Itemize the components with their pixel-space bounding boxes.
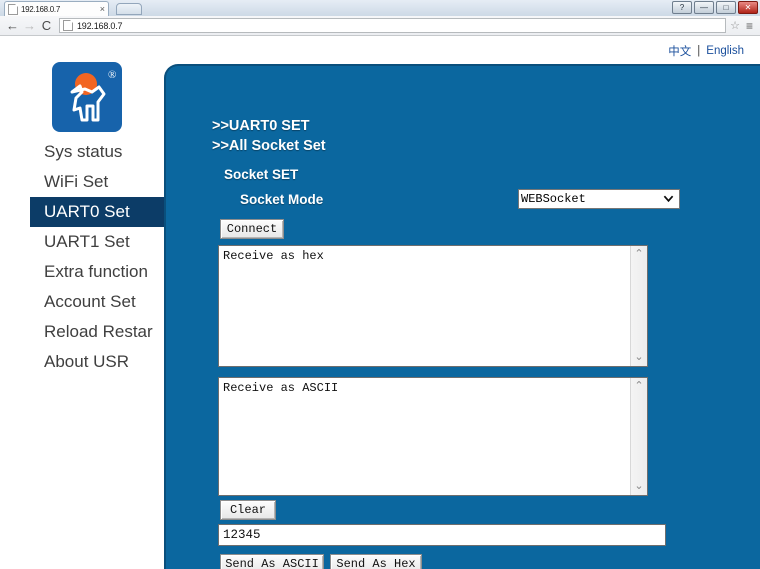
sidebar-item-label: UART0 Set <box>44 202 130 221</box>
receive-ascii-scrollbar[interactable]: ⌃ ⌄ <box>630 378 647 495</box>
breadcrumb-all-socket: >>All Socket Set <box>212 138 326 154</box>
sidebar-item-label: UART1 Set <box>44 232 130 251</box>
scroll-up-icon[interactable]: ⌃ <box>634 381 643 392</box>
socket-mode-label: Socket Mode <box>240 192 324 207</box>
maximize-button[interactable]: □ <box>716 1 736 14</box>
sidebar-item-account-set[interactable]: Account Set <box>0 287 164 317</box>
web-page: 中文 | English ® Sys status WiFi Set UART0… <box>0 37 760 569</box>
connect-button[interactable]: Connect <box>220 219 284 239</box>
sidebar-item-sys-status[interactable]: Sys status <box>0 137 164 167</box>
socket-mode-select[interactable]: WEBSocket <box>518 189 680 209</box>
breadcrumb-uart0: >>UART0 SET <box>212 118 310 134</box>
language-separator: | <box>697 45 701 57</box>
scroll-up-icon[interactable]: ⌃ <box>634 249 643 260</box>
clear-button[interactable]: Clear <box>220 500 276 520</box>
urlbar-icons: ☆ ≡ <box>730 19 756 33</box>
language-switcher: 中文 | English <box>668 43 744 59</box>
sidebar-item-label: WiFi Set <box>44 172 109 191</box>
menu-icon[interactable]: ≡ <box>746 19 753 33</box>
page-icon <box>63 20 73 31</box>
sidebar-item-label: Sys status <box>44 142 123 161</box>
window-close-button[interactable]: ✕ <box>738 1 758 14</box>
sidebar-item-label: Account Set <box>44 292 136 311</box>
url-text: 192.168.0.7 <box>77 20 123 31</box>
language-chinese[interactable]: 中文 <box>668 43 691 59</box>
main-panel: >>UART0 SET >>All Socket Set Socket SET … <box>164 64 760 569</box>
section-title-socket-set: Socket SET <box>224 167 299 182</box>
bookmark-star-icon[interactable]: ☆ <box>730 19 740 32</box>
receive-hex-scrollbar[interactable]: ⌃ ⌄ <box>630 246 647 366</box>
close-icon[interactable]: × <box>100 4 105 14</box>
sidebar-item-label: Reload Restar <box>44 322 153 341</box>
sidebar-item-extra-function[interactable]: Extra function <box>0 257 164 287</box>
send-data-input[interactable]: 12345 <box>218 524 666 546</box>
sidebar-item-label: Extra function <box>44 262 148 281</box>
socket-mode-select-wrap: WEBSocket <box>518 189 680 209</box>
browser-titlebar: 192.168.0.7 × ? — □ ✕ <box>0 0 760 16</box>
svg-text:®: ® <box>108 69 116 81</box>
tab-title: 192.168.0.7 <box>21 4 60 14</box>
window-controls: ? — □ ✕ <box>672 1 758 14</box>
scroll-down-icon[interactable]: ⌄ <box>634 481 643 492</box>
page-icon <box>8 3 18 15</box>
sidebar-item-uart0-set[interactable]: UART0 Set <box>30 197 164 227</box>
minimize-button[interactable]: — <box>694 1 714 14</box>
forward-icon[interactable]: → <box>21 17 38 34</box>
sidebar-item-about-usr[interactable]: About USR <box>0 347 164 377</box>
sidebar-item-uart1-set[interactable]: UART1 Set <box>0 227 164 257</box>
help-button[interactable]: ? <box>672 1 692 14</box>
receive-hex-text: Receive as hex <box>223 249 324 263</box>
receive-ascii-textarea[interactable]: Receive as ASCII ⌃ ⌄ <box>218 377 648 496</box>
receive-hex-textarea[interactable]: Receive as hex ⌃ ⌄ <box>218 245 648 367</box>
send-as-hex-button[interactable]: Send As Hex <box>330 554 422 569</box>
send-as-ascii-button[interactable]: Send As ASCII <box>220 554 324 569</box>
sidebar-item-wifi-set[interactable]: WiFi Set <box>0 167 164 197</box>
reload-icon[interactable]: C <box>38 17 55 34</box>
back-icon[interactable]: ← <box>4 17 21 34</box>
tab-strip <box>0 0 760 16</box>
sidebar: ® Sys status WiFi Set UART0 Set UART1 Se… <box>0 37 164 569</box>
browser-tab[interactable]: 192.168.0.7 × <box>4 1 109 16</box>
usr-iot-logo-icon: ® <box>52 62 122 132</box>
scroll-down-icon[interactable]: ⌄ <box>634 352 643 363</box>
receive-ascii-text: Receive as ASCII <box>223 381 339 395</box>
language-english[interactable]: English <box>706 45 744 57</box>
new-tab-button[interactable] <box>116 3 142 15</box>
sidebar-item-reload-restart[interactable]: Reload Restar <box>0 317 164 347</box>
sidebar-item-label: About USR <box>44 352 130 371</box>
browser-navbar: ← → C 192.168.0.7 ☆ ≡ <box>0 16 760 36</box>
address-bar[interactable]: 192.168.0.7 <box>59 18 727 33</box>
sidebar-menu: Sys status WiFi Set UART0 Set UART1 Set … <box>0 137 164 377</box>
browser-window: 192.168.0.7 × ? — □ ✕ ← → C 192.168.0.7 … <box>0 0 760 569</box>
